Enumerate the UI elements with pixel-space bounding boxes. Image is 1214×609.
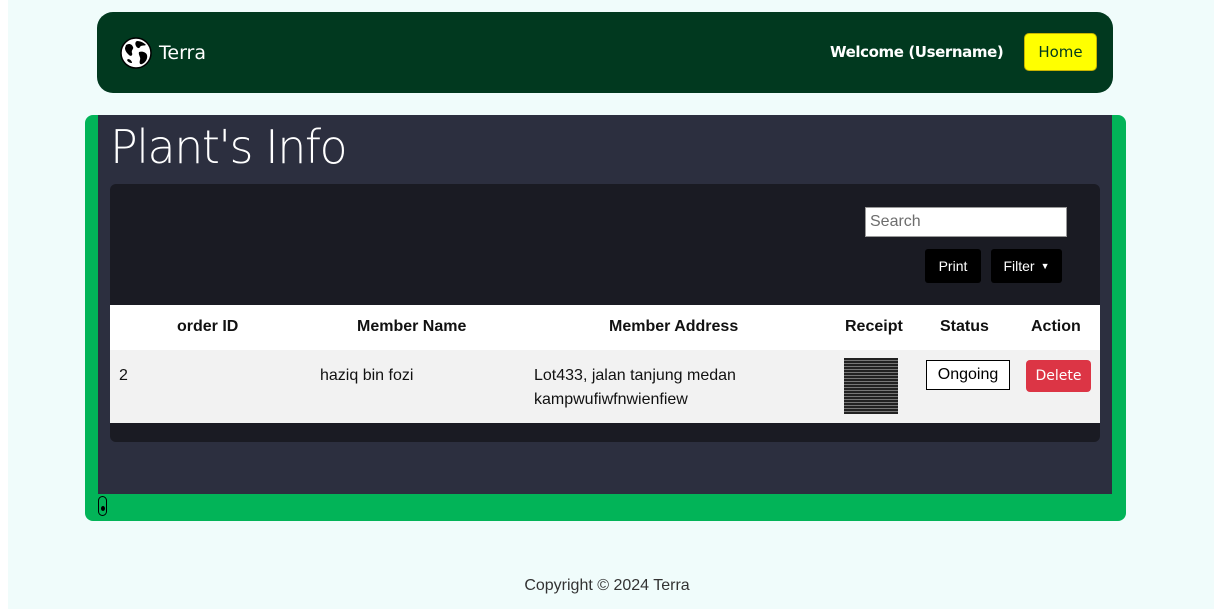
- print-button[interactable]: Print: [925, 249, 981, 283]
- order-id-cell: 2: [119, 367, 128, 384]
- column-header-member-address[interactable]: Member Address: [609, 318, 738, 336]
- page-title: Plant's Info: [110, 120, 348, 174]
- brand-name: Terra: [159, 42, 206, 64]
- search-input[interactable]: [865, 207, 1067, 237]
- column-header-receipt[interactable]: Receipt: [845, 318, 903, 336]
- table-header: order ID Member Name Member Address Rece…: [110, 305, 1100, 350]
- delete-button[interactable]: Delete: [1026, 360, 1091, 392]
- address-line-2: kampwufiwfnwienfiew: [534, 391, 688, 408]
- status-badge[interactable]: Ongoing: [926, 360, 1010, 390]
- top-navbar: Terra Welcome (Username) Home: [97, 12, 1113, 93]
- home-button[interactable]: Home: [1024, 33, 1097, 71]
- filter-dropdown-button[interactable]: Filter ▼: [991, 249, 1062, 283]
- address-line-1: Lot433, jalan tanjung medan: [534, 367, 736, 384]
- globe-icon: [120, 37, 152, 69]
- column-header-status[interactable]: Status: [940, 318, 989, 336]
- receipt-image[interactable]: [844, 358, 898, 414]
- brand[interactable]: Terra: [119, 36, 206, 70]
- filter-label: Filter: [1003, 258, 1035, 274]
- member-address-cell: Lot433, jalan tanjung medan kampwufiwfnw…: [534, 364, 736, 412]
- resize-handle-icon[interactable]: [98, 496, 107, 516]
- table-row: 2 haziq bin fozi Lot433, jalan tanjung m…: [110, 350, 1100, 423]
- member-name-cell: haziq bin fozi: [320, 367, 414, 384]
- column-header-action[interactable]: Action: [1031, 318, 1081, 336]
- welcome-text: Welcome (Username): [830, 43, 1004, 61]
- caret-down-icon: ▼: [1040, 261, 1050, 271]
- handle-dot: [100, 506, 105, 511]
- orders-table-card: Print Filter ▼ order ID Member Name Memb…: [110, 184, 1100, 442]
- column-header-order-id[interactable]: order ID: [177, 318, 238, 336]
- column-header-member-name[interactable]: Member Name: [357, 318, 466, 336]
- footer-copyright: Copyright © 2024 Terra: [524, 577, 690, 594]
- print-label: Print: [938, 258, 968, 274]
